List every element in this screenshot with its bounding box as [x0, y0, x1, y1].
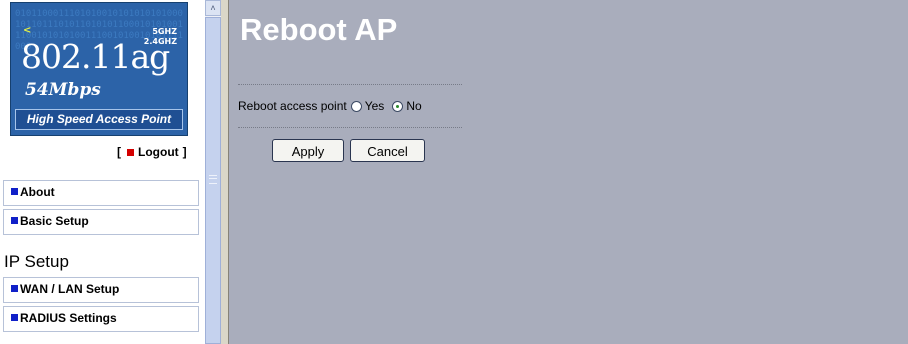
reboot-label: Reboot access point	[238, 99, 347, 113]
product-logo: 0101100011101010010101010101000101101110…	[10, 2, 188, 136]
reboot-option-row: Reboot access point Yes No	[238, 99, 422, 113]
logout-bracket-open: [	[117, 145, 121, 159]
nav-about-button[interactable]: About	[3, 180, 199, 206]
separator-top	[238, 84, 462, 85]
nav-radius-button[interactable]: RADIUS Settings	[3, 306, 199, 332]
logo-tagline: High Speed Access Point	[15, 109, 183, 130]
left-frame-scrollbar[interactable]: ˄	[205, 0, 221, 344]
bullet-square-icon	[11, 217, 18, 225]
frame-divider[interactable]	[221, 0, 229, 344]
bullet-square-icon	[11, 314, 18, 322]
nav-radius-label: RADIUS Settings	[20, 311, 117, 325]
logout-area: [ Logout]	[117, 145, 187, 159]
scroll-thumb[interactable]	[205, 17, 221, 344]
scroll-grip-icon	[209, 175, 217, 184]
nav-wan-lan-label: WAN / LAN Setup	[20, 282, 120, 296]
section-heading-ip-setup: IP Setup	[4, 252, 69, 271]
radio-no[interactable]	[392, 100, 404, 112]
radio-yes[interactable]	[350, 100, 362, 112]
main-content: Reboot AP Reboot access point Yes No App…	[230, 0, 908, 344]
logo-freq-5ghz: 5GHZ	[152, 27, 177, 36]
scroll-up-arrow-icon[interactable]: ˄	[205, 0, 221, 16]
nav-about-label: About	[20, 185, 55, 199]
nav-basic-setup-label: Basic Setup	[20, 214, 89, 228]
bullet-square-icon	[11, 285, 18, 293]
logout-bracket-close: ]	[182, 145, 187, 159]
logo-standard: 802.11ag	[21, 37, 170, 76]
logo-rate: 54Mbps	[25, 80, 101, 100]
logout-square-icon	[127, 148, 134, 156]
logout-link[interactable]: Logout	[138, 145, 179, 159]
cancel-button[interactable]: Cancel	[350, 139, 425, 162]
nav-basic-setup-button[interactable]: Basic Setup	[3, 209, 199, 235]
separator-bottom	[238, 127, 462, 128]
nav-wan-lan-button[interactable]: WAN / LAN Setup	[3, 277, 199, 303]
page-title: Reboot AP	[240, 12, 398, 47]
radio-yes-label[interactable]: Yes	[365, 99, 385, 113]
radio-no-label[interactable]: No	[406, 99, 421, 113]
bullet-square-icon	[11, 188, 18, 196]
apply-button[interactable]: Apply	[272, 139, 344, 162]
logo-chevron-icon: <	[23, 25, 32, 36]
left-nav-frame: 0101100011101010010101010101000101101110…	[0, 0, 205, 344]
